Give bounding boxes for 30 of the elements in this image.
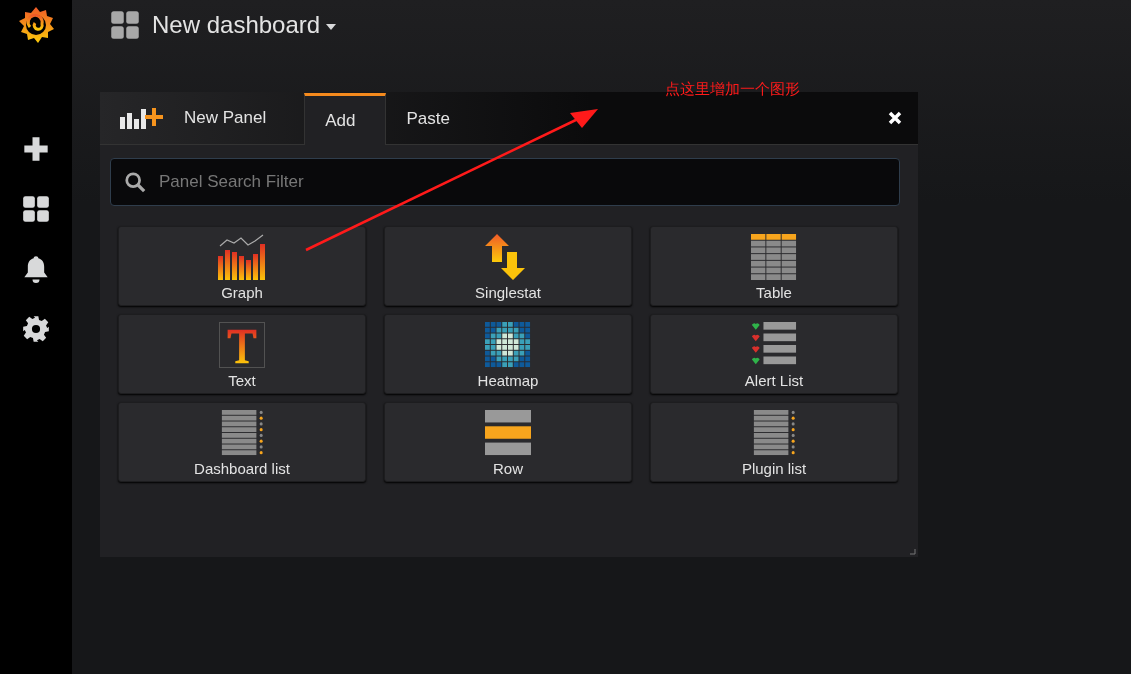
close-icon[interactable] bbox=[888, 111, 902, 125]
panel-type-card[interactable]: Heatmap bbox=[384, 314, 632, 394]
bell-icon[interactable] bbox=[22, 255, 50, 283]
panel-type-card[interactable]: Table bbox=[650, 226, 898, 306]
panel-title: New Panel bbox=[184, 108, 267, 128]
resize-handle-icon[interactable] bbox=[910, 549, 916, 555]
search-field[interactable]: Panel Search Filter bbox=[110, 158, 900, 206]
heatmap-icon bbox=[483, 322, 533, 368]
panel-type-card[interactable]: Text bbox=[118, 314, 366, 394]
tab[interactable]: Paste bbox=[386, 94, 480, 144]
panel-type-card[interactable]: Alert List bbox=[650, 314, 898, 394]
caret-icon[interactable] bbox=[326, 24, 337, 30]
annotation-text: 点这里增加一个图形 bbox=[665, 80, 800, 99]
dashboards-icon[interactable] bbox=[22, 195, 50, 223]
panel-type-card[interactable]: Row bbox=[384, 402, 632, 482]
table-icon bbox=[749, 234, 799, 280]
panel-type-card[interactable]: Graph bbox=[118, 226, 366, 306]
settings-icon[interactable] bbox=[22, 315, 50, 343]
add-panel-icon bbox=[120, 107, 164, 129]
letter-t-icon bbox=[217, 322, 267, 368]
dashboards-icon bbox=[110, 10, 140, 40]
search-icon bbox=[124, 171, 146, 193]
panel-type-card[interactable]: Dashboard list bbox=[118, 402, 366, 482]
tab[interactable]: Add bbox=[304, 93, 387, 145]
panel-type-card[interactable]: Plugin list bbox=[650, 402, 898, 482]
panel-type-card[interactable]: Singlestat bbox=[384, 226, 632, 306]
dashboard-title-button[interactable]: New dashboard bbox=[152, 11, 321, 39]
bar-chart-icon bbox=[217, 234, 267, 280]
rows-icon bbox=[483, 410, 533, 456]
plus-icon[interactable] bbox=[22, 135, 50, 163]
